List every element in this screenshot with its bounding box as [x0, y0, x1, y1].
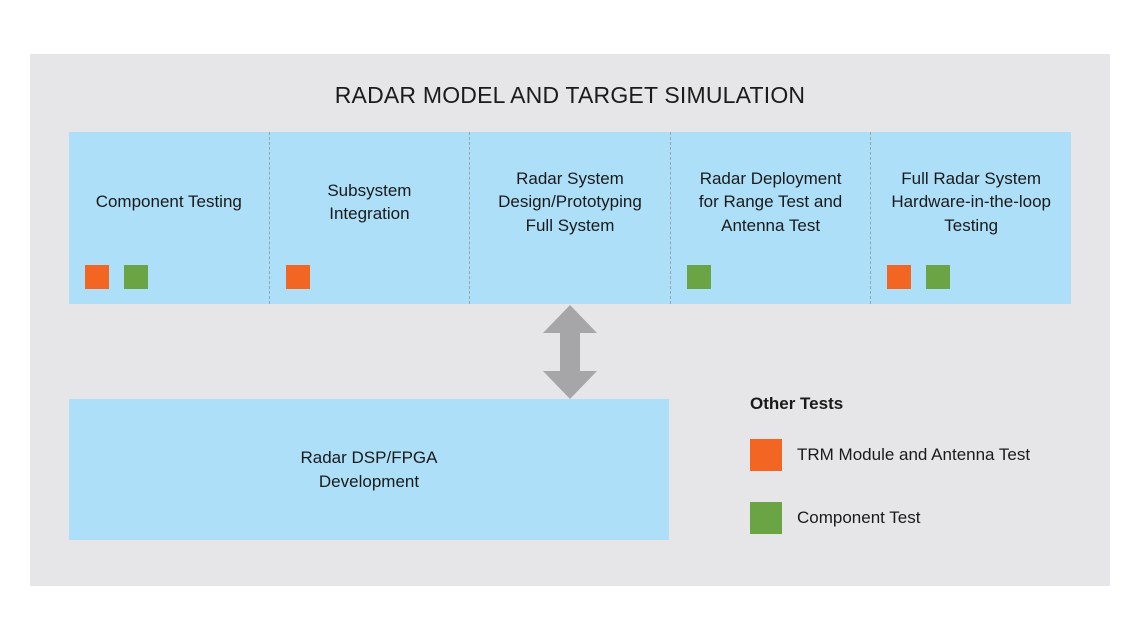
- stage-markers: [686, 265, 711, 289]
- legend-swatch-component: [750, 502, 782, 534]
- marker-component: [926, 265, 951, 289]
- stage-label: Subsystem Integration: [327, 180, 412, 224]
- marker-component: [124, 265, 148, 289]
- stage-subsystem-integration: Subsystem Integration: [268, 132, 470, 304]
- double-arrow-shape: [543, 305, 597, 399]
- marker-trm: [887, 265, 912, 289]
- marker-trm: [285, 265, 310, 289]
- dsp-fpga-box: Radar DSP/FPGA Development: [69, 399, 669, 540]
- legend: Other Tests TRM Module and Antenna Test …: [750, 394, 1030, 565]
- legend-label: Component Test: [797, 508, 921, 527]
- stage-full-radar-hil: Full Radar System Hardware-in-the-loop T…: [870, 132, 1071, 304]
- legend-swatch-trm: [750, 439, 782, 471]
- stage-radar-deployment: Radar Deployment for Range Test and Ante…: [669, 132, 871, 304]
- stage-markers: [887, 265, 951, 289]
- stages-row: Component Testing Subsystem Integration …: [69, 132, 1071, 304]
- stage-label: Radar Deployment for Range Test and Ante…: [698, 168, 843, 235]
- legend-item-component: Component Test: [750, 502, 1030, 534]
- stage-radar-system-design: Radar System Design/Prototyping Full Sys…: [469, 132, 670, 304]
- stage-label: Full Radar System Hardware-in-the-loop T…: [891, 168, 1052, 235]
- legend-label: TRM Module and Antenna Test: [797, 445, 1031, 464]
- marker-trm: [85, 265, 109, 289]
- stage-markers: [285, 265, 310, 289]
- legend-item-trm: TRM Module and Antenna Test: [750, 439, 1030, 471]
- diagram-title: RADAR MODEL AND TARGET SIMULATION: [334, 82, 806, 108]
- marker-component: [686, 265, 711, 289]
- stage-component-testing: Component Testing: [69, 132, 269, 304]
- legend-title: Other Tests: [750, 394, 844, 413]
- double-arrow-icon: [543, 305, 597, 399]
- stage-markers: [85, 265, 148, 289]
- stage-label: Radar System Design/Prototyping Full Sys…: [498, 168, 642, 235]
- stage-label: Component Testing: [95, 192, 242, 212]
